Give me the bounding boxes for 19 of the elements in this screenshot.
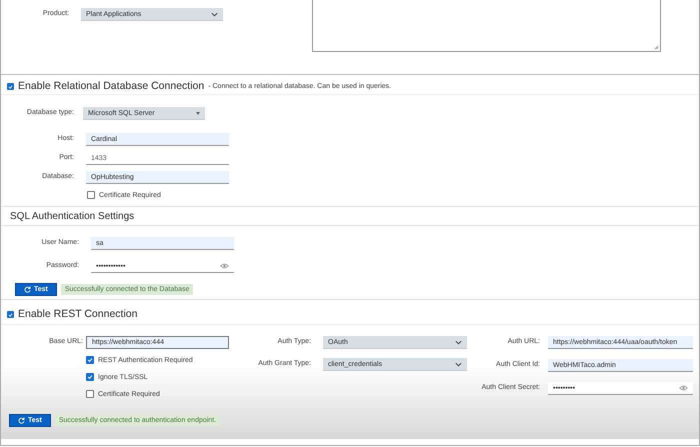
- caret-icon: [196, 112, 200, 114]
- section-title: SQL Authentication Settings: [10, 210, 134, 222]
- checkbox[interactable]: [86, 390, 94, 398]
- resize-grip-icon: [654, 45, 659, 50]
- chevron-icon: [455, 340, 462, 344]
- checkbox[interactable]: [86, 373, 94, 381]
- refresh-icon: [18, 417, 25, 424]
- chevron-icon: [211, 12, 218, 16]
- eye-icon: [679, 385, 688, 391]
- checkbox[interactable]: [7, 82, 14, 90]
- section-title: Enable REST Connection: [18, 308, 138, 320]
- text-area[interactable]: [312, 0, 661, 52]
- chevron-icon: [455, 362, 462, 366]
- section-title: Enable Relational Database Connection: [18, 80, 204, 92]
- checkbox[interactable]: [87, 191, 95, 199]
- checkbox[interactable]: [86, 356, 94, 364]
- checkbox[interactable]: [7, 310, 14, 318]
- refresh-icon: [24, 286, 31, 293]
- eye-icon: [220, 263, 229, 269]
